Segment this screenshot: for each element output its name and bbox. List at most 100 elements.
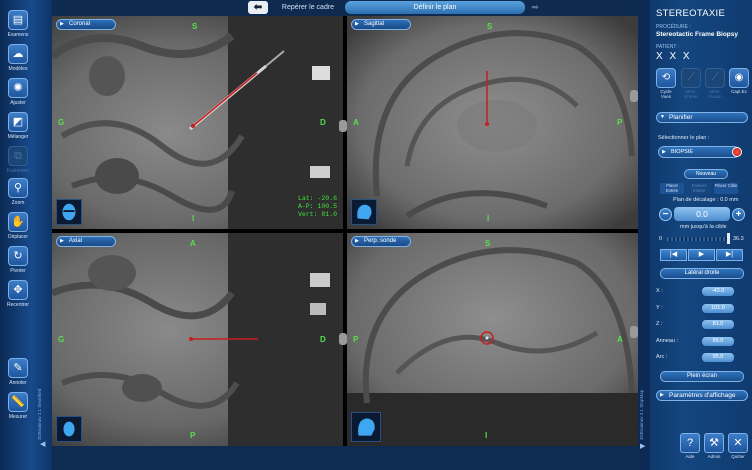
tool-examens[interactable]: ▤ Examens [4,10,32,38]
brain-icon: ☁ [8,44,28,64]
plan-section-header[interactable]: Planifier [656,112,748,123]
tool-zoom[interactable]: ⚲ Zoom [4,178,32,206]
splitter-handle[interactable] [339,333,347,345]
arrow-left-icon: ⬅ [253,2,263,13]
sagittal-slice-image [347,16,638,229]
head-orientation-icon [351,412,381,442]
step-define-plan[interactable]: Définir le plan [345,1,525,14]
field-z-value[interactable]: 81.0 [702,320,734,329]
coordinate-readout: Lat: -20.6 A-P: 100.5 Vert: 81.0 [298,195,337,219]
camera-icon: ◉ [729,68,749,88]
mode-ident-fusion: ⟋ Ident. Fusion [705,68,725,99]
pane-sagittal[interactable]: Sagittal S I A P [347,16,638,229]
plan-color-indicator[interactable] [732,147,742,157]
orient-bottom: I [487,214,490,223]
back-button[interactable]: ⬅ [248,1,268,14]
place-entry-button[interactable]: Placer Entrée [660,183,684,194]
tool-modeles[interactable]: ☁ Modèles [4,44,32,72]
pane-coronal[interactable]: Coronal S I G D Lat: -20.6 A-P: 100.5 Ve… [52,16,343,229]
fullscreen-button[interactable]: Plein écran [660,371,744,382]
offset-value-field[interactable]: 0.0 [674,207,730,221]
left-toolbar: ▤ Examens ☁ Modèles ✺ Ajuster ◩ Mélanger… [0,0,52,470]
play-button[interactable]: ▶ [688,249,715,261]
orient-right: A [617,335,623,344]
tool-annoter[interactable]: ✎ Annoter [4,358,32,386]
help-icon: ? [680,433,700,453]
tool-fusionner: ⧉ Fusionner [4,146,32,174]
field-arc-value[interactable]: 95.0 [702,353,734,362]
orient-left: P [353,335,359,344]
tool-recentrer[interactable]: ✥ Recentrer [4,280,32,308]
field-ring-label: Anneau : [656,338,679,344]
tool-ajuster[interactable]: ✺ Ajuster [4,78,32,106]
entry-icon: ⟋ [681,68,701,88]
sun-icon: ✺ [8,78,28,98]
orient-bottom: P [190,431,196,440]
mode-label: Cycle Vues [660,89,672,99]
head-orientation-icon [56,199,82,225]
splitter-handle[interactable] [339,120,347,132]
orient-top: A [190,239,196,248]
collapse-left-icon[interactable]: ◀ [40,440,50,450]
head-orientation-icon [56,416,82,442]
depth-slider-thumb[interactable] [727,233,730,244]
orient-left: G [58,118,65,127]
splitter-handle[interactable] [630,90,638,102]
field-ring-value[interactable]: 86.0 [702,337,734,346]
quit-button[interactable]: ✕ Quitter [728,433,748,459]
coord-ap: A-P: 100.5 [297,203,337,210]
lateral-right-button[interactable]: Latéral droite [660,268,744,279]
orient-left: G [58,335,65,344]
mode-label: Ident. Fusion [708,89,722,99]
field-z-label: Z : [656,321,663,327]
pane-label-coronal[interactable]: Coronal [56,19,116,30]
depth-slider[interactable] [667,237,727,241]
mode-label: Capt.Ec [730,89,747,94]
axial-slice-image [52,233,343,446]
fusion-id-icon: ⟋ [705,68,725,88]
tool-label: Ajuster [10,100,26,106]
procedure-value: Stereotactic Frame Biopsy [656,31,739,38]
slider-max-label: 36.3 [733,236,744,242]
splitter-handle[interactable] [630,326,638,338]
pane-axial[interactable]: Axial A P G D [52,233,343,446]
orient-right: D [320,118,326,127]
procedure-label: PROCÉDURE : [656,24,691,30]
pane-label-probe[interactable]: Perp. sonde [351,236,411,247]
new-plan-button[interactable]: Nouveau [684,169,728,179]
plan-select[interactable]: BIOPSIE [658,146,740,158]
decrease-offset-button[interactable]: − [659,208,672,221]
display-settings-header[interactable]: Paramètres d'affichage [656,390,748,401]
go-first-button[interactable]: |◀ [660,249,687,261]
help-button[interactable]: ? Aide [680,433,700,459]
tool-melanger[interactable]: ◩ Mélanger [4,112,32,140]
tool-label: Mesurer [8,414,28,420]
orient-top: S [487,22,493,31]
tool-label: Pivoter [10,268,26,274]
expand-right-icon[interactable]: ▶ [640,442,645,450]
pane-label-axial[interactable]: Axial [56,236,116,247]
field-x-value[interactable]: -43.0 [702,287,734,296]
tool-label: Recentrer [7,302,29,308]
tool-pivoter[interactable]: ↻ Pivoter [4,246,32,274]
rotate-icon: ↻ [8,246,28,266]
tool-mesurer[interactable]: 📏 Mesurer [4,392,32,420]
mode-label: Ident. Entrée [684,89,698,99]
mode-capture[interactable]: ◉ Capt.Ec [729,68,749,94]
coord-lat: Lat: -20.6 [297,195,337,202]
quit-label: Quitter [731,454,745,459]
mode-cycle-views[interactable]: ⟲ Cycle Vues [656,68,676,99]
pane-label-sagittal[interactable]: Sagittal [351,19,411,30]
field-y-value[interactable]: 101.0 [702,304,734,313]
tool-deplacer[interactable]: ✋ Déplacer [4,212,32,240]
ruler-icon: 📏 [8,392,28,412]
step-locate-frame[interactable]: Repérer le cadre [272,1,344,14]
probe-slice-image [347,233,638,446]
help-label: Aide [685,454,695,459]
admin-button[interactable]: ⚒ Admin [704,433,724,459]
pane-probe-perpendicular[interactable]: Perp. sonde S I P A [347,233,638,446]
go-last-button[interactable]: ▶| [716,249,743,261]
place-target-button[interactable]: Placer Cible [714,183,738,194]
app-title: STEREOTAXIE [656,8,726,19]
increase-offset-button[interactable]: + [732,208,745,221]
